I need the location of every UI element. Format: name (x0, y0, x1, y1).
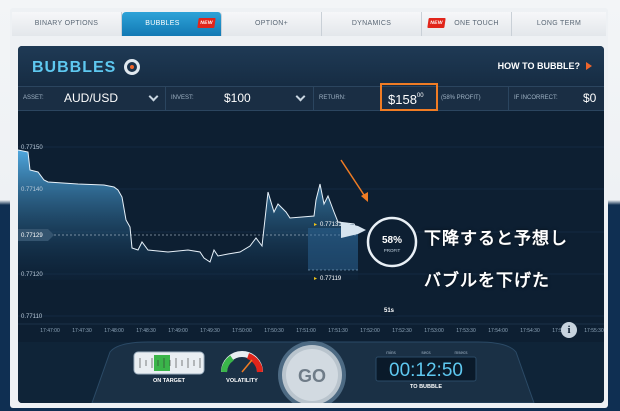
x-tick: 17:50:30 (264, 328, 284, 334)
trade-parameters: ASSET: AUD/USD INVEST: $100 RETURN: $158… (18, 83, 604, 111)
bubble-profit-label: PROFIT (384, 248, 401, 253)
tab-label: LONG TERM (536, 20, 582, 27)
asset-value: AUD/USD (64, 91, 119, 105)
countdown-seconds: 51s (384, 308, 395, 314)
return-value: $15800 (388, 92, 424, 107)
tab-label: BUBBLES (145, 20, 180, 27)
upper-marker-icon: ▸ (314, 222, 317, 228)
lower-marker-icon: ▸ (314, 276, 317, 282)
return-cents: 00 (416, 93, 424, 99)
return-percent: (58% PROFIT) (441, 95, 481, 101)
tab-label: OPTION+ (254, 20, 289, 27)
volatility-label: VOLATILITY (226, 378, 258, 384)
tab-one-touch[interactable]: NEW ONE TOUCH (422, 12, 512, 36)
x-tick: 17:47:30 (72, 328, 92, 334)
how-to-bubble-link[interactable]: HOW TO BUBBLE? (498, 61, 580, 71)
timer-caption: TO BUBBLE (410, 384, 442, 390)
timer-unit-secs: secs (421, 350, 431, 355)
x-axis-ticks: 17:47:00 17:47:30 17:48:00 17:48:30 17:4… (40, 328, 604, 334)
control-bar: 17:47:00 17:47:30 17:48:00 17:48:30 17:4… (18, 328, 604, 403)
tab-option-plus[interactable]: OPTION+ (222, 12, 322, 36)
x-tick: 17:51:30 (328, 328, 348, 334)
timer-display: 00:12:50 (389, 360, 463, 381)
x-tick: 17:53:00 (424, 328, 444, 334)
tab-label: BINARY OPTIONS (34, 20, 99, 27)
go-label: GO (298, 366, 326, 386)
product-tabs: BINARY OPTIONS BUBBLES NEW OPTION+ DYNAMI… (12, 12, 606, 36)
asset-select[interactable]: ASSET: AUD/USD (18, 87, 166, 110)
info-icon[interactable]: i (561, 322, 577, 338)
invest-select[interactable]: INVEST: $100 (166, 87, 314, 110)
y-tick: 0.77110 (21, 314, 43, 320)
x-tick: 17:51:00 (296, 328, 316, 334)
x-tick: 17:48:30 (136, 328, 156, 334)
x-tick: 17:49:00 (168, 328, 188, 334)
profit-bubble[interactable]: 58% PROFIT (366, 216, 418, 268)
if-incorrect-display: IF INCORRECT: $0 (509, 87, 604, 110)
x-tick: 17:50:00 (232, 328, 252, 334)
return-label: RETURN: (319, 95, 346, 101)
x-tick: 17:54:00 (488, 328, 508, 334)
asset-label: ASSET: (23, 95, 44, 101)
tab-label: DYNAMICS (351, 20, 392, 27)
current-price: 0.77129 (21, 233, 43, 239)
price-area (18, 150, 358, 280)
annotation-line-2: バブルを下げた (424, 271, 550, 290)
tab-dynamics[interactable]: DYNAMICS (322, 12, 422, 36)
bubble-profit-percent: 58% (382, 235, 402, 246)
tab-long-term[interactable]: LONG TERM (512, 12, 606, 36)
invest-value: $100 (224, 91, 251, 105)
if-incorrect-value: $0 (583, 91, 597, 105)
upper-bound-label: 0.77131 (320, 222, 342, 228)
y-tick: 0.77120 (21, 272, 43, 278)
logo-target-icon (124, 59, 140, 75)
annotation-arrow (340, 159, 367, 199)
tab-bubbles[interactable]: BUBBLES NEW (122, 12, 222, 36)
panel-header: BUBBLES HOW TO BUBBLE? (18, 46, 604, 86)
tab-binary-options[interactable]: BINARY OPTIONS (12, 12, 122, 36)
timer-unit-mins: mins (386, 350, 396, 355)
x-tick: 17:53:30 (456, 328, 476, 334)
arrow-head-icon (361, 192, 368, 202)
timer-unit-msecs: msecs (454, 350, 468, 355)
y-tick: 0.77140 (21, 187, 43, 193)
chevron-down-icon (148, 91, 159, 102)
y-tick: 0.77150 (21, 145, 43, 151)
x-tick: 17:47:00 (40, 328, 60, 334)
tab-label: ONE TOUCH (454, 20, 499, 27)
x-tick: 17:52:00 (360, 328, 380, 334)
new-badge: NEW (197, 18, 216, 28)
play-arrow-icon (586, 62, 592, 70)
chevron-down-icon (295, 91, 306, 102)
x-tick: 17:52:30 (392, 328, 412, 334)
x-tick: 17:49:30 (200, 328, 220, 334)
if-incorrect-label: IF INCORRECT: (514, 95, 558, 101)
x-tick: 17:54:30 (520, 328, 540, 334)
bubbles-logo: BUBBLES (32, 59, 117, 76)
annotation-line-1: 下降すると予想し (424, 229, 568, 248)
x-tick: 17:55:30 (584, 328, 604, 334)
new-badge: NEW (427, 18, 446, 28)
lower-bound-label: 0.77119 (320, 276, 342, 282)
x-tick: 17:48:00 (104, 328, 124, 334)
on-target-label: ON TARGET (153, 378, 186, 384)
invest-label: INVEST: (171, 95, 194, 101)
